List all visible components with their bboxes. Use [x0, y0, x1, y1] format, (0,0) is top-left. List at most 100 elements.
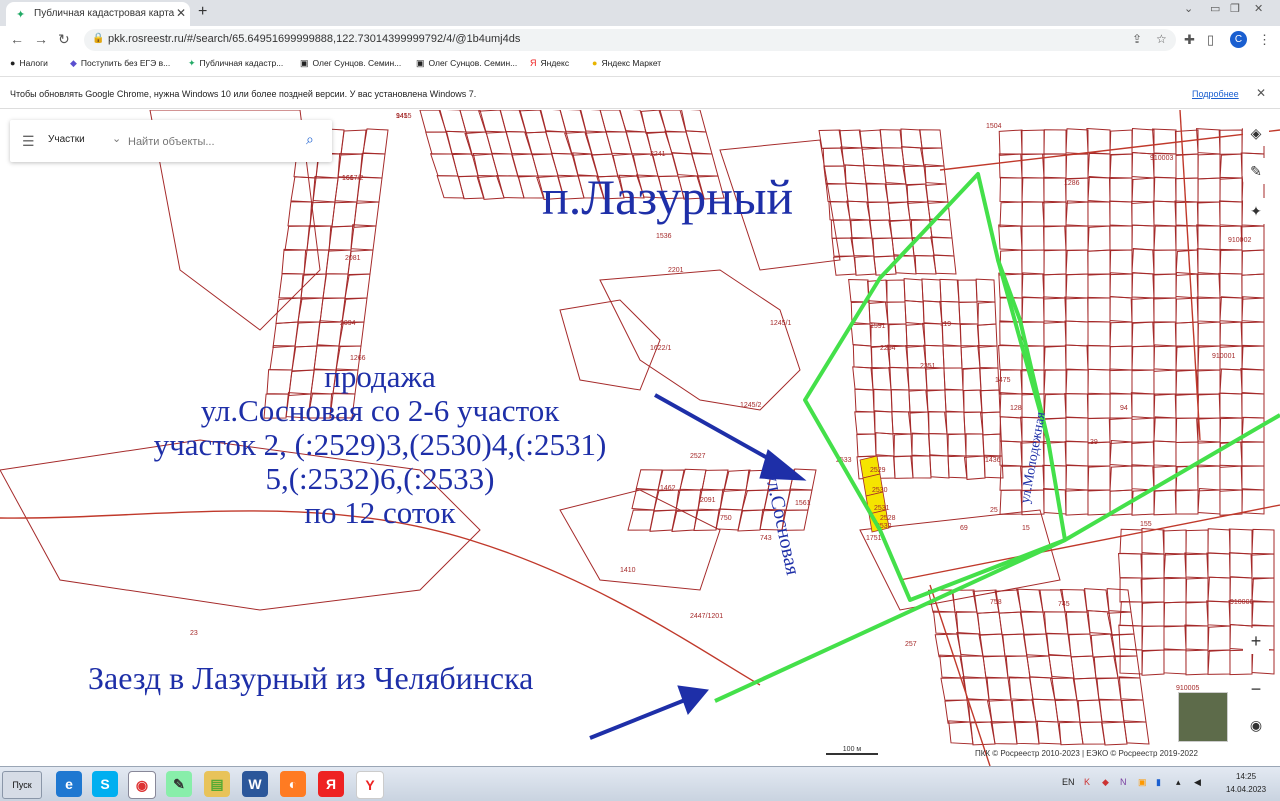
parcel-outline [1218, 129, 1243, 155]
pencil-icon[interactable]: ✎ [1243, 158, 1269, 184]
parcel-outline [924, 164, 947, 185]
parcel-outline [1043, 129, 1067, 155]
ie-icon[interactable]: e [56, 771, 82, 797]
forward-button[interactable]: → [34, 31, 48, 47]
parcel-outline [1175, 297, 1199, 324]
lock-icon[interactable]: 🔒 [92, 33, 104, 44]
side-panel-icon[interactable]: ▯ [1207, 32, 1214, 48]
parcel-outline [1197, 321, 1221, 348]
parcel-outline [939, 278, 960, 303]
layer-selector[interactable]: Участки [48, 134, 85, 145]
address-bar[interactable]: 🔒 pkk.rosreestr.ru/#/search/65.649516999… [84, 29, 1176, 51]
parcel-outline [863, 164, 887, 185]
locate-icon[interactable]: ✦ [1243, 198, 1269, 224]
parcel-outline [1240, 441, 1265, 467]
search-icon[interactable]: ⌕ [306, 131, 314, 148]
bookmark-item[interactable]: ✦ Публичная кадастр... [188, 58, 283, 69]
bookmark-item[interactable]: ▣ Олег Сунцов. Семин... [300, 58, 401, 69]
parcel-outline [1251, 600, 1275, 627]
tray-onenote-icon[interactable]: N [1120, 777, 1127, 787]
language-indicator[interactable]: EN [1062, 777, 1075, 787]
parcel-outline [294, 321, 321, 348]
menu-icon[interactable]: ⋮ [1258, 32, 1271, 48]
tab-search-icon[interactable]: ⌄ [1184, 2, 1193, 15]
parcel-number-label: 15 [1022, 525, 1030, 532]
chrome-icon[interactable]: ◉ [128, 771, 156, 799]
parcel-outline [943, 367, 964, 391]
yandex-icon[interactable]: Y [356, 771, 384, 799]
tray-shield-icon[interactable]: ◆ [1102, 777, 1109, 788]
parcel-outline [1218, 392, 1243, 419]
yandex-browser-icon[interactable]: Я [318, 771, 344, 797]
extensions-icon[interactable]: ✚ [1184, 32, 1195, 48]
parcel-outline [934, 633, 962, 658]
bookmark-item[interactable]: ● Яндекс Маркет [592, 58, 661, 68]
firefox-icon[interactable]: ◐ [280, 771, 306, 797]
tray-chevron-icon[interactable]: ▴ [1176, 777, 1181, 788]
close-tab-icon[interactable]: ✕ [176, 6, 186, 20]
parcel-outline [1131, 177, 1155, 204]
restore-button[interactable]: ❐ [1230, 2, 1240, 15]
parcel-outline [1109, 249, 1133, 276]
parcel-outline [1240, 321, 1265, 348]
parcel-outline [1014, 720, 1040, 745]
infobar-more-link[interactable]: Подробнее [1192, 89, 1239, 99]
taskbar-clock[interactable]: 14:25 14.04.2023 [1226, 770, 1266, 796]
share-icon[interactable]: ⇪ [1132, 32, 1142, 46]
infobar-close-icon[interactable]: ✕ [1256, 86, 1266, 100]
start-button[interactable]: Пуск [2, 771, 42, 799]
boundary-right-road [1063, 413, 1280, 542]
url-text[interactable]: pkk.rosreestr.ru/#/search/65.64951699999… [108, 33, 520, 45]
parcel-outline [998, 153, 1023, 179]
layers-icon[interactable]: ◈ [1243, 120, 1269, 146]
parcel-number-label: 1286 [1064, 180, 1080, 187]
tray-k-icon[interactable]: K [1084, 777, 1090, 787]
skype-icon[interactable]: S [92, 771, 118, 797]
zoom-out-button[interactable]: − [1243, 676, 1269, 702]
parcel-outline [977, 611, 1003, 636]
parcel-outline [844, 164, 867, 185]
satellite-minimap[interactable] [1178, 692, 1228, 742]
search-input[interactable] [126, 132, 300, 152]
bookmark-star-icon[interactable]: ☆ [1156, 32, 1167, 46]
tray-volume-icon[interactable]: ◀ [1194, 777, 1201, 788]
parcel-outline [1131, 441, 1155, 467]
compass-icon[interactable]: ◉ [1243, 712, 1269, 738]
parcel-outline [1163, 601, 1187, 628]
parcel-outline [1118, 624, 1143, 651]
parcel-outline [1086, 393, 1111, 419]
chevron-down-icon[interactable]: ⌄ [112, 132, 121, 145]
parcel-outline [1131, 200, 1155, 227]
parcel-outline [1087, 489, 1111, 516]
back-button[interactable]: ← [10, 31, 24, 47]
parcel-outline [1141, 625, 1165, 652]
parcel-number-label: 910006 [1230, 599, 1253, 606]
video-icon: ▣ [416, 58, 425, 68]
zoom-in-button[interactable]: + [1243, 628, 1269, 654]
parcel-number-label: 23 [190, 630, 198, 637]
explorer-icon[interactable]: ▤ [204, 771, 230, 797]
paint-icon[interactable]: ✎ [166, 771, 192, 797]
parcel-outline [1087, 321, 1111, 347]
parcel-outline [854, 411, 876, 435]
bookmark-item[interactable]: Я Яндекс [530, 58, 569, 68]
bookmark-item[interactable]: ◆ Поступить без ЕГЭ в... [70, 58, 170, 69]
new-tab-button[interactable]: + [198, 3, 207, 21]
hamburger-icon[interactable]: ☰ [22, 133, 35, 150]
parcel-outline [907, 411, 930, 435]
tray-folder-icon[interactable]: ▣ [1138, 777, 1147, 788]
parcel-outline [344, 273, 371, 300]
parcel-outline [910, 455, 932, 479]
close-window-button[interactable]: ✕ [1254, 2, 1263, 15]
word-icon[interactable]: W [242, 771, 268, 797]
parcel-number-label: 2264 [880, 345, 896, 352]
minimize-button[interactable]: ▭ [1210, 2, 1220, 15]
avatar[interactable]: C [1230, 31, 1247, 48]
tab-cadastral-map[interactable]: ✦ Публичная кадастровая карта ✕ [6, 2, 190, 26]
bookmark-item[interactable]: ▣ Олег Сунцов. Семин... [416, 58, 517, 69]
bookmark-item[interactable]: ● Налоги [10, 58, 48, 68]
reload-button[interactable]: ↻ [58, 31, 70, 48]
cadastral-map[interactable]: 1455 1617/2 2241 1622/1 2527 1561 1751 1410 23 24… [0, 110, 1280, 766]
tray-network-icon[interactable]: ▮ [1156, 777, 1161, 788]
parcel-outline [1196, 128, 1221, 155]
